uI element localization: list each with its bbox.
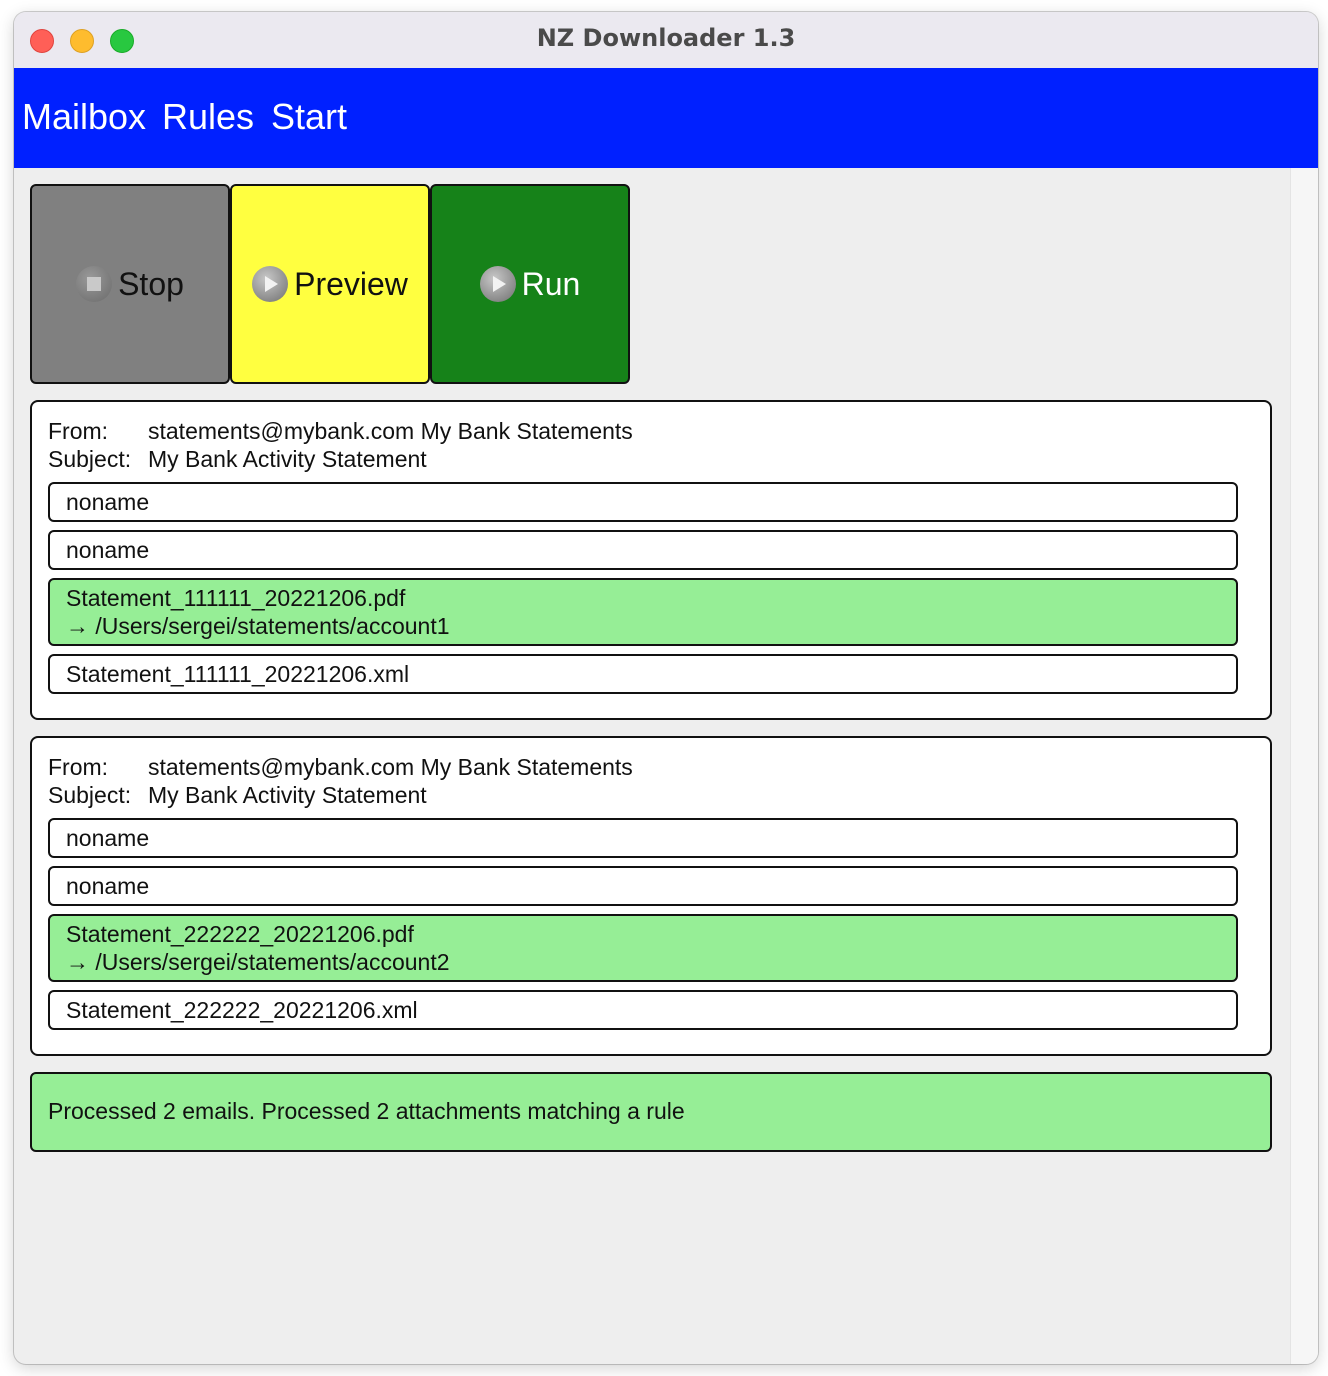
email-card: From: statements@mybank.com My Bank State… [30, 400, 1272, 720]
stop-button[interactable]: Stop [30, 184, 230, 384]
preview-button-label: Preview [294, 265, 408, 302]
attachment-name: Statement_111111_20221206.xml [66, 661, 410, 687]
attachment-item[interactable]: noname [48, 818, 1238, 858]
from-label: From: [48, 754, 109, 780]
run-button-label: Run [521, 265, 581, 302]
stop-icon [76, 266, 113, 302]
app-window: NZ Downloader 1.3 Mailbox Rules Start St… [14, 12, 1318, 1364]
subject-label: Subject: [48, 446, 132, 472]
status-message: Processed 2 emails. Processed 2 attachme… [30, 1072, 1272, 1152]
attachment-item[interactable]: Statement_222222_20221206.xml [48, 990, 1238, 1030]
stop-button-label: Stop [118, 265, 184, 302]
attachment-name: noname [66, 825, 150, 851]
menu-bar: Mailbox Rules Start [14, 68, 1318, 168]
email-from: statements@mybank.com My Bank Statements [148, 418, 633, 444]
run-button[interactable]: Run [430, 184, 630, 384]
email-from-line: From: statements@mybank.com My Bank State… [48, 418, 633, 445]
attachment-name: noname [66, 537, 150, 563]
attachment-name: Statement_222222_20221206.pdf [66, 921, 414, 947]
play-icon [252, 266, 289, 302]
email-subject: My Bank Activity Statement [148, 782, 427, 808]
email-subject-line: Subject: My Bank Activity Statement [48, 446, 427, 473]
email-from-line: From: statements@mybank.com My Bank State… [48, 754, 633, 781]
subject-label: Subject: [48, 782, 132, 808]
menu-item-rules[interactable]: Rules [162, 96, 254, 138]
email-from: statements@mybank.com My Bank Statements [148, 754, 633, 780]
main-content: Stop Preview Run From: statements@mybank.… [14, 168, 1290, 1364]
attachment-item[interactable]: noname [48, 482, 1238, 522]
attachment-item[interactable]: noname [48, 530, 1238, 570]
attachment-item-matched[interactable]: Statement_111111_20221206.pdf → /Users/s… [48, 578, 1238, 646]
preview-button[interactable]: Preview [230, 184, 430, 384]
title-bar[interactable]: NZ Downloader 1.3 [14, 12, 1318, 69]
attachment-item[interactable]: Statement_111111_20221206.xml [48, 654, 1238, 694]
menu-item-start[interactable]: Start [271, 96, 347, 138]
attachment-item[interactable]: noname [48, 866, 1238, 906]
email-card: From: statements@mybank.com My Bank State… [30, 736, 1272, 1056]
menu-item-mailbox[interactable]: Mailbox [22, 96, 146, 138]
email-subject-line: Subject: My Bank Activity Statement [48, 782, 427, 809]
attachment-destination: → /Users/sergei/statements/account1 [66, 613, 450, 639]
vertical-scrollbar[interactable] [1290, 168, 1318, 1364]
attachment-name: noname [66, 873, 150, 899]
from-label: From: [48, 418, 109, 444]
attachment-destination: → /Users/sergei/statements/account2 [66, 949, 450, 975]
attachment-name: Statement_222222_20221206.xml [66, 997, 418, 1023]
window-title: NZ Downloader 1.3 [536, 24, 796, 52]
attachment-item-matched[interactable]: Statement_222222_20221206.pdf → /Users/s… [48, 914, 1238, 982]
attachment-name: Statement_111111_20221206.pdf [66, 585, 406, 611]
attachment-name: noname [66, 489, 150, 515]
email-subject: My Bank Activity Statement [148, 446, 427, 472]
play-icon [479, 266, 516, 302]
